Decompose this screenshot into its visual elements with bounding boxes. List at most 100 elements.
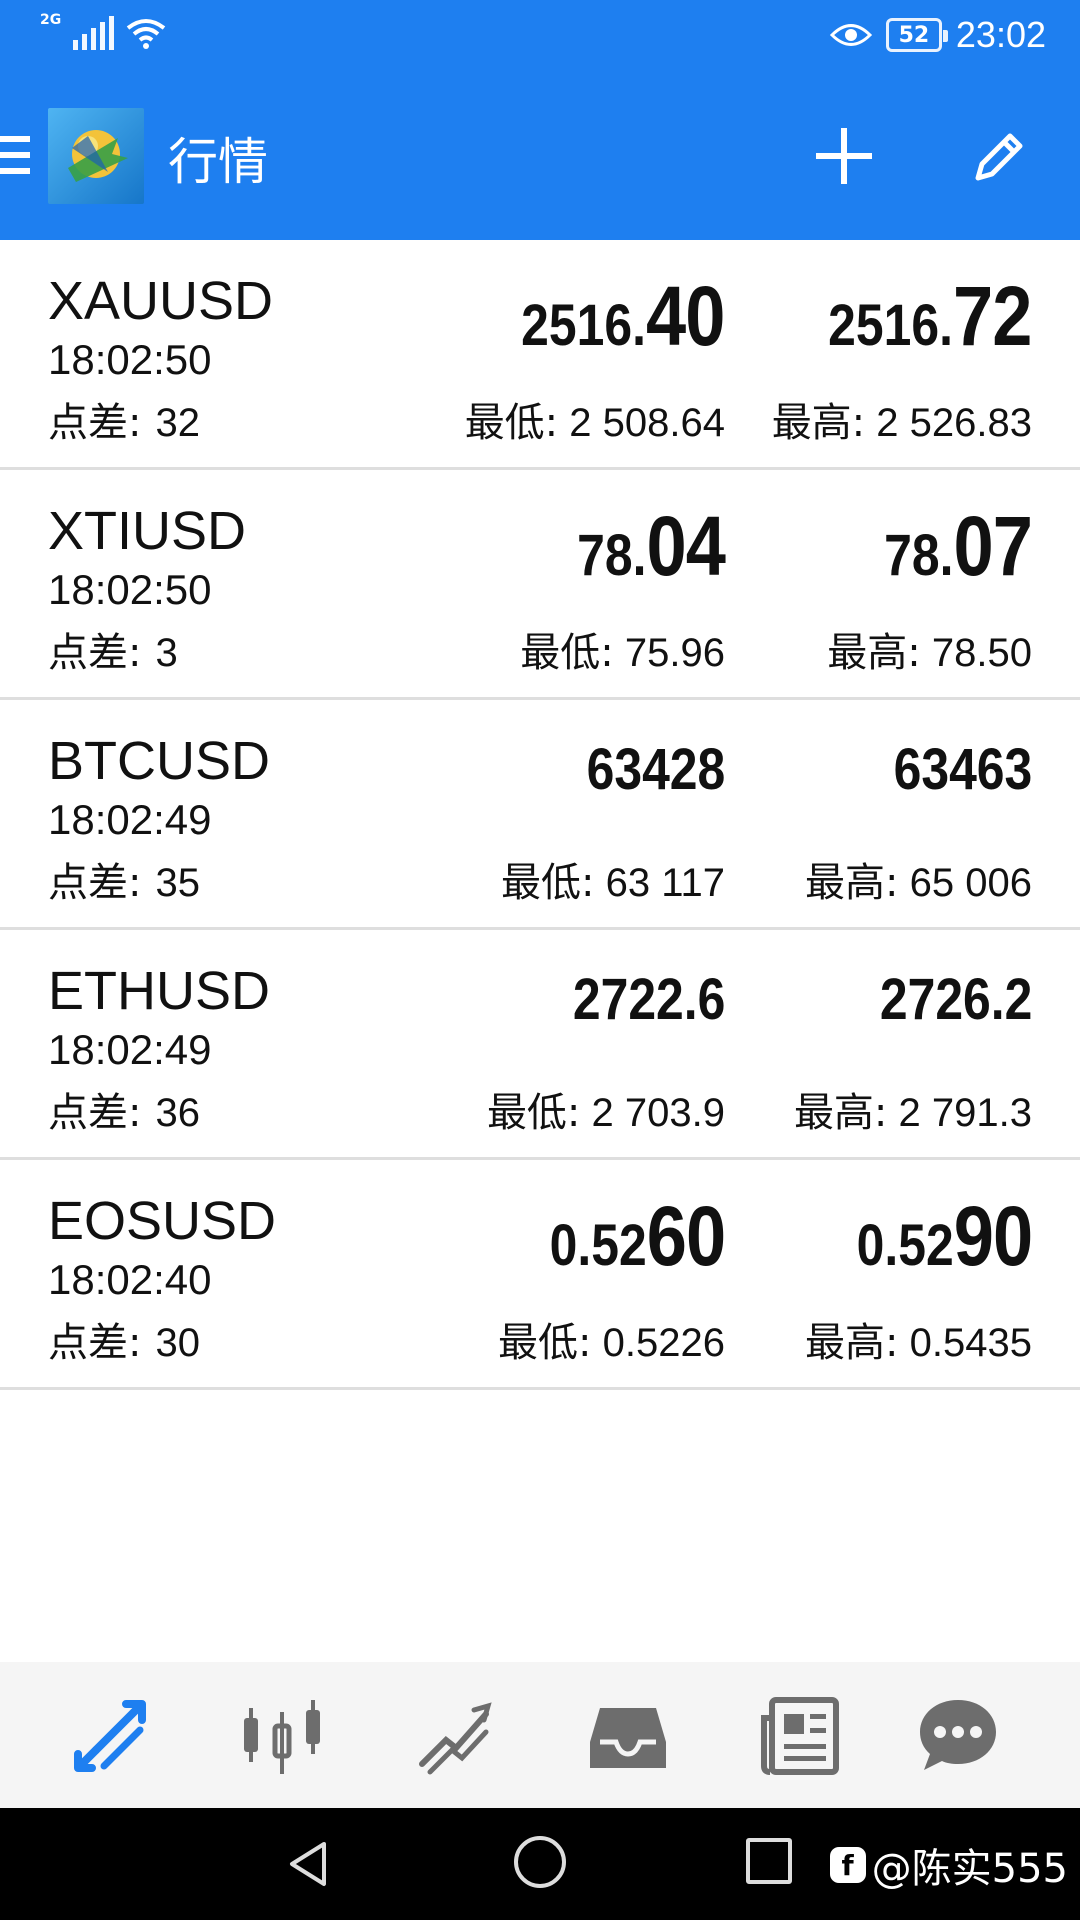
high-value: 78.50 <box>920 631 1032 675</box>
symbol-name: XAUUSD <box>48 271 274 331</box>
low-value: 2 508.64 <box>558 401 725 445</box>
symbol-name: ETHUSD <box>48 961 271 1021</box>
ask-price-main: 2726.2 <box>879 967 1032 1032</box>
news-icon[interactable] <box>758 1694 842 1778</box>
high-label: 最高: <box>793 1090 888 1136</box>
high-value: 65 006 <box>898 861 1032 905</box>
spread-label: 点差: <box>48 1090 142 1136</box>
ask-price-main: 78. <box>884 523 954 588</box>
ask-price: 78.07 <box>884 498 1033 595</box>
high-price: 最高: 78.50 <box>827 620 1032 678</box>
low-price: 最低: 2 703.9 <box>487 1080 725 1138</box>
history-icon[interactable] <box>586 1694 670 1778</box>
quote-row-ethusd[interactable]: ETHUSD 18:02:49 点差: 36 2722.6 2726.2 最低: … <box>0 930 1080 1160</box>
system-nav-bar: f @陈实555 <box>0 1808 1080 1920</box>
eye-comfort-icon <box>829 24 872 46</box>
high-value: 0.5435 <box>898 1321 1032 1365</box>
app-bar: 行情 <box>0 76 1080 240</box>
spread-value: 35 <box>155 861 200 905</box>
bid-price-main: 2516. <box>521 293 647 358</box>
spread-value: 30 <box>155 1321 200 1365</box>
low-label: 最低: <box>520 630 614 676</box>
high-label: 最高: <box>827 630 921 676</box>
high-price: 最高: 65 006 <box>805 850 1032 908</box>
spread-label: 点差: <box>48 630 142 676</box>
quotes-icon[interactable] <box>68 1694 152 1778</box>
high-price: 最高: 2 791.3 <box>794 1080 1032 1138</box>
ask-price-main: 63463 <box>893 737 1032 802</box>
menu-icon[interactable] <box>0 136 30 180</box>
quote-row-eosusd[interactable]: EOSUSD 18:02:40 点差: 30 0.5260 0.5290 最低: … <box>0 1160 1080 1390</box>
wifi-icon <box>127 19 166 49</box>
quote-row-xtiusd[interactable]: XTIUSD 18:02:50 点差: 3 78.04 78.07 最低: 75.… <box>0 470 1080 700</box>
signal-area: 2G <box>40 12 166 50</box>
trade-icon[interactable] <box>412 1694 496 1778</box>
battery-level: 52 <box>898 22 930 48</box>
ask-price: 2516.72 <box>829 268 1033 365</box>
quote-time: 18:02:50 <box>48 566 212 613</box>
quote-row-btcusd[interactable]: BTCUSD 18:02:49 点差: 35 63428 63463 最低: 63… <box>0 700 1080 930</box>
high-value: 2 791.3 <box>887 1091 1032 1135</box>
quote-time: 18:02:49 <box>48 796 212 843</box>
low-value: 0.5226 <box>591 1321 725 1365</box>
bid-price-pips: 40 <box>646 269 726 363</box>
ask-price-pips: 72 <box>953 269 1033 363</box>
bid-price: 2722.6 <box>572 958 725 1042</box>
spread: 点差: 30 <box>48 1310 200 1368</box>
signal-icon <box>73 16 115 50</box>
ask-price-pips: 07 <box>953 499 1033 593</box>
low-price: 最低: 0.5226 <box>498 1310 725 1368</box>
spread-value: 3 <box>155 631 178 675</box>
status-bar: 2G 52 23:02 <box>0 0 1080 76</box>
low-label: 最低: <box>501 860 595 906</box>
ask-price-pips: 90 <box>953 1189 1033 1283</box>
spread-value: 36 <box>155 1091 200 1135</box>
chat-icon[interactable] <box>916 1694 1000 1778</box>
metatrader-logo <box>48 108 144 204</box>
symbol-name: XTIUSD <box>48 501 247 561</box>
symbol-name: BTCUSD <box>48 731 271 791</box>
back-icon[interactable] <box>282 1838 334 1890</box>
low-value: 2 703.9 <box>580 1091 725 1135</box>
spread-label: 点差: <box>48 400 142 446</box>
watermark: f @陈实555 <box>829 1836 1068 1894</box>
battery-icon: 52 <box>885 18 948 52</box>
ask-price: 2726.2 <box>879 958 1032 1042</box>
spread-value: 32 <box>155 401 200 445</box>
chart-icon[interactable] <box>240 1694 324 1778</box>
high-label: 最高: <box>771 400 866 446</box>
high-value: 2 526.83 <box>865 401 1032 445</box>
spread: 点差: 35 <box>48 850 200 908</box>
page-title: 行情 <box>168 133 268 191</box>
spread-label: 点差: <box>48 1320 142 1366</box>
high-label: 最高: <box>805 860 899 906</box>
spread-label: 点差: <box>48 860 142 906</box>
low-label: 最低: <box>486 1090 581 1136</box>
bottom-tab-bar <box>0 1662 1080 1808</box>
low-price: 最低: 63 117 <box>501 850 725 908</box>
status-right: 52 23:02 <box>829 14 1046 56</box>
high-price: 最高: 2 526.83 <box>772 390 1032 448</box>
symbol-name: EOSUSD <box>48 1191 277 1251</box>
clock: 23:02 <box>955 14 1046 55</box>
bid-price-main: 2722.6 <box>572 967 725 1032</box>
watermark-text: @陈实555 <box>871 1846 1068 1892</box>
home-icon[interactable] <box>514 1836 566 1888</box>
ask-price-main: 0.52 <box>856 1213 954 1278</box>
low-label: 最低: <box>464 400 559 446</box>
quote-time: 18:02:40 <box>48 1256 212 1303</box>
network-type: 2G <box>40 12 62 28</box>
quote-time: 18:02:50 <box>48 336 212 383</box>
quotes-list: XAUUSD 18:02:50 点差: 32 2516.40 2516.72 最低… <box>0 240 1080 1390</box>
low-price: 最低: 2 508.64 <box>465 390 725 448</box>
plus-icon[interactable] <box>812 124 876 188</box>
recent-apps-icon[interactable] <box>746 1838 792 1884</box>
quote-row-xauusd[interactable]: XAUUSD 18:02:50 点差: 32 2516.40 2516.72 最低… <box>0 240 1080 470</box>
high-label: 最高: <box>805 1320 899 1366</box>
bid-price: 78.04 <box>577 498 726 595</box>
bid-price: 2516.40 <box>521 268 726 365</box>
bid-price: 0.5260 <box>549 1188 726 1285</box>
bid-price-pips: 04 <box>646 499 726 593</box>
pencil-icon[interactable] <box>970 126 1030 186</box>
low-value: 75.96 <box>613 631 725 675</box>
